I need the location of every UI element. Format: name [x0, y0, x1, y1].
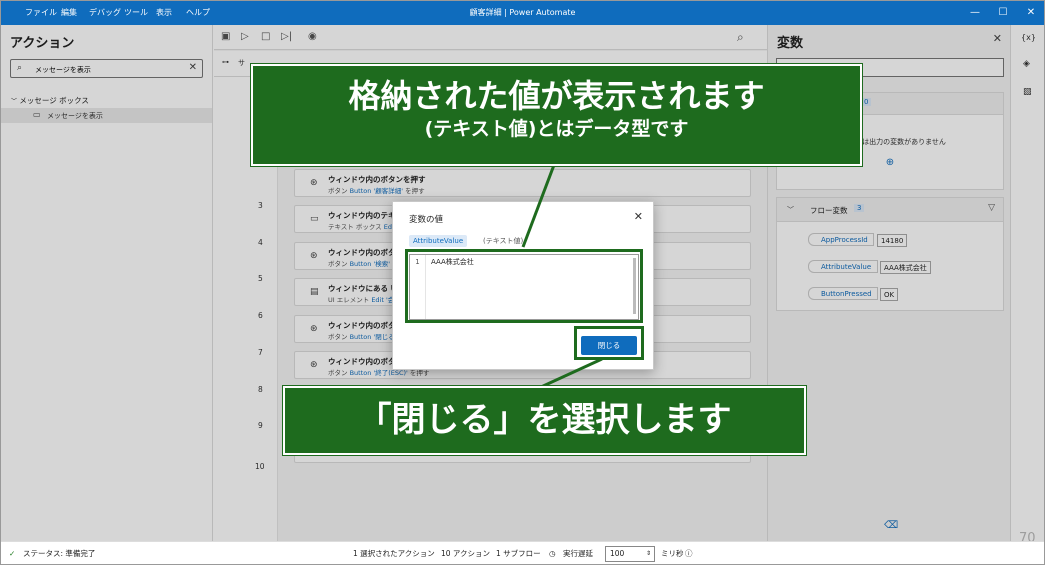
callout-top-main: 格納された値が表示されます [348, 77, 765, 115]
callout-bottom: 「閉じる」を選択します [282, 385, 807, 456]
callout-top-sub: (テキスト値)とはデータ型です [424, 118, 689, 140]
app-window: 顧客詳細 | Power Automate ファイル 編集 デバッグ ツール 表… [0, 0, 1045, 565]
button-highlight-frame [574, 326, 644, 360]
callout-top: 格納された値が表示されます (テキスト値)とはデータ型です [250, 63, 863, 167]
editor-highlight-frame [405, 249, 643, 323]
